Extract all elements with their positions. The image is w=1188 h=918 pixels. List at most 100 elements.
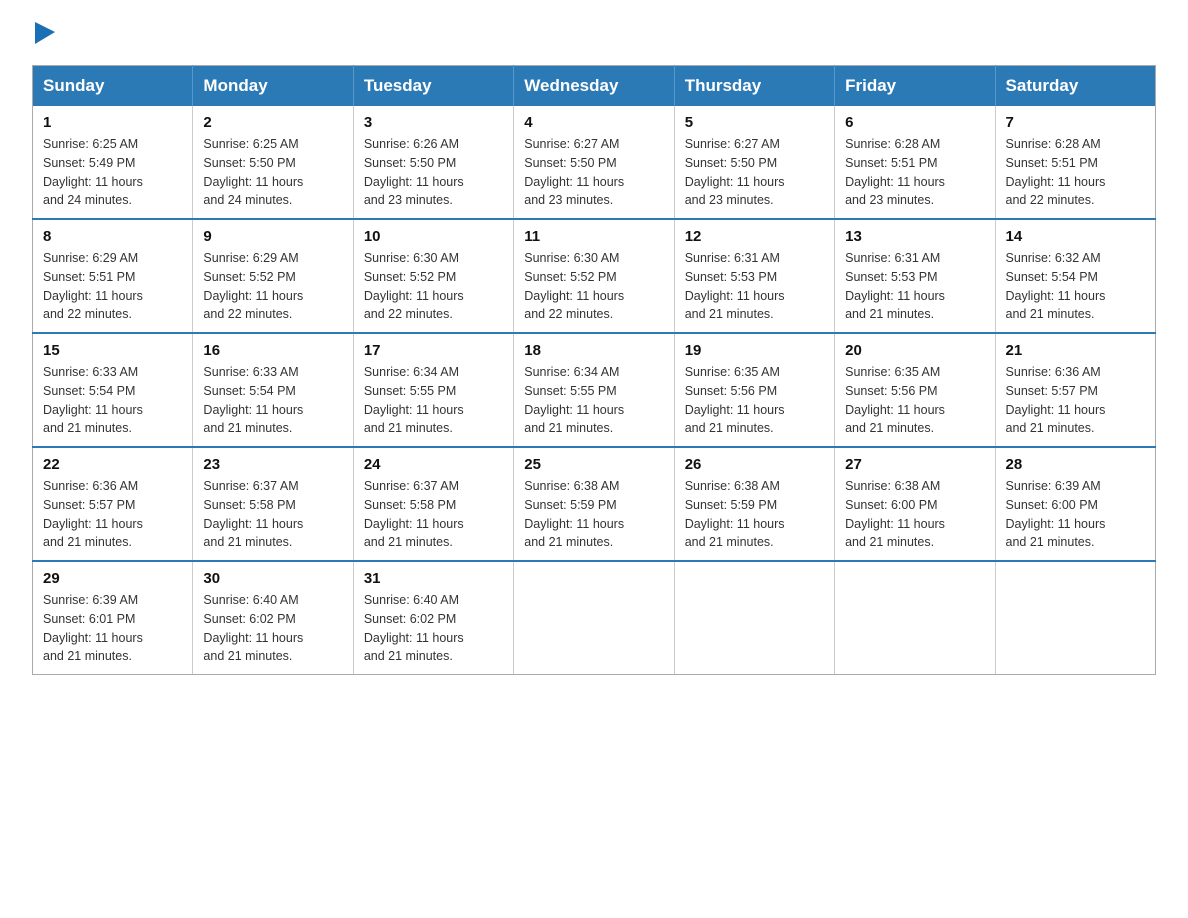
day-number: 2	[203, 114, 342, 131]
day-info: Sunrise: 6:28 AMSunset: 5:51 PMDaylight:…	[845, 137, 945, 207]
day-number: 17	[364, 342, 503, 359]
calendar-cell: 12 Sunrise: 6:31 AMSunset: 5:53 PMDaylig…	[674, 219, 834, 333]
day-info: Sunrise: 6:34 AMSunset: 5:55 PMDaylight:…	[524, 365, 624, 435]
calendar-cell: 6 Sunrise: 6:28 AMSunset: 5:51 PMDayligh…	[835, 106, 995, 219]
calendar-cell: 15 Sunrise: 6:33 AMSunset: 5:54 PMDaylig…	[33, 333, 193, 447]
day-number: 12	[685, 228, 824, 245]
calendar-cell: 3 Sunrise: 6:26 AMSunset: 5:50 PMDayligh…	[353, 106, 513, 219]
day-info: Sunrise: 6:29 AMSunset: 5:51 PMDaylight:…	[43, 251, 143, 321]
calendar-cell: 11 Sunrise: 6:30 AMSunset: 5:52 PMDaylig…	[514, 219, 674, 333]
calendar-week-row: 15 Sunrise: 6:33 AMSunset: 5:54 PMDaylig…	[33, 333, 1156, 447]
calendar-table: SundayMondayTuesdayWednesdayThursdayFrid…	[32, 65, 1156, 675]
day-number: 24	[364, 456, 503, 473]
day-info: Sunrise: 6:40 AMSunset: 6:02 PMDaylight:…	[364, 593, 464, 663]
day-number: 28	[1006, 456, 1145, 473]
day-number: 3	[364, 114, 503, 131]
calendar-week-row: 22 Sunrise: 6:36 AMSunset: 5:57 PMDaylig…	[33, 447, 1156, 561]
day-info: Sunrise: 6:25 AMSunset: 5:49 PMDaylight:…	[43, 137, 143, 207]
calendar-week-row: 1 Sunrise: 6:25 AMSunset: 5:49 PMDayligh…	[33, 106, 1156, 219]
calendar-cell: 5 Sunrise: 6:27 AMSunset: 5:50 PMDayligh…	[674, 106, 834, 219]
page-header	[32, 24, 1156, 49]
day-number: 1	[43, 114, 182, 131]
day-info: Sunrise: 6:34 AMSunset: 5:55 PMDaylight:…	[364, 365, 464, 435]
calendar-cell	[835, 561, 995, 675]
day-info: Sunrise: 6:37 AMSunset: 5:58 PMDaylight:…	[364, 479, 464, 549]
day-info: Sunrise: 6:31 AMSunset: 5:53 PMDaylight:…	[845, 251, 945, 321]
day-number: 10	[364, 228, 503, 245]
weekday-header-monday: Monday	[193, 66, 353, 107]
calendar-cell: 16 Sunrise: 6:33 AMSunset: 5:54 PMDaylig…	[193, 333, 353, 447]
weekday-header-wednesday: Wednesday	[514, 66, 674, 107]
calendar-cell: 25 Sunrise: 6:38 AMSunset: 5:59 PMDaylig…	[514, 447, 674, 561]
day-number: 16	[203, 342, 342, 359]
day-number: 31	[364, 570, 503, 587]
day-info: Sunrise: 6:36 AMSunset: 5:57 PMDaylight:…	[43, 479, 143, 549]
logo-arrow-icon	[35, 22, 55, 49]
calendar-cell: 14 Sunrise: 6:32 AMSunset: 5:54 PMDaylig…	[995, 219, 1155, 333]
day-info: Sunrise: 6:30 AMSunset: 5:52 PMDaylight:…	[524, 251, 624, 321]
day-info: Sunrise: 6:38 AMSunset: 5:59 PMDaylight:…	[685, 479, 785, 549]
calendar-cell: 8 Sunrise: 6:29 AMSunset: 5:51 PMDayligh…	[33, 219, 193, 333]
calendar-week-row: 8 Sunrise: 6:29 AMSunset: 5:51 PMDayligh…	[33, 219, 1156, 333]
day-info: Sunrise: 6:26 AMSunset: 5:50 PMDaylight:…	[364, 137, 464, 207]
day-info: Sunrise: 6:29 AMSunset: 5:52 PMDaylight:…	[203, 251, 303, 321]
calendar-cell: 20 Sunrise: 6:35 AMSunset: 5:56 PMDaylig…	[835, 333, 995, 447]
calendar-cell: 1 Sunrise: 6:25 AMSunset: 5:49 PMDayligh…	[33, 106, 193, 219]
day-number: 11	[524, 228, 663, 245]
calendar-cell: 10 Sunrise: 6:30 AMSunset: 5:52 PMDaylig…	[353, 219, 513, 333]
calendar-cell: 26 Sunrise: 6:38 AMSunset: 5:59 PMDaylig…	[674, 447, 834, 561]
weekday-header-tuesday: Tuesday	[353, 66, 513, 107]
calendar-cell: 29 Sunrise: 6:39 AMSunset: 6:01 PMDaylig…	[33, 561, 193, 675]
day-info: Sunrise: 6:35 AMSunset: 5:56 PMDaylight:…	[845, 365, 945, 435]
day-number: 23	[203, 456, 342, 473]
day-info: Sunrise: 6:31 AMSunset: 5:53 PMDaylight:…	[685, 251, 785, 321]
day-number: 5	[685, 114, 824, 131]
day-info: Sunrise: 6:33 AMSunset: 5:54 PMDaylight:…	[203, 365, 303, 435]
day-number: 30	[203, 570, 342, 587]
day-number: 26	[685, 456, 824, 473]
calendar-cell: 23 Sunrise: 6:37 AMSunset: 5:58 PMDaylig…	[193, 447, 353, 561]
day-number: 13	[845, 228, 984, 245]
calendar-cell: 27 Sunrise: 6:38 AMSunset: 6:00 PMDaylig…	[835, 447, 995, 561]
day-number: 20	[845, 342, 984, 359]
day-info: Sunrise: 6:40 AMSunset: 6:02 PMDaylight:…	[203, 593, 303, 663]
day-number: 9	[203, 228, 342, 245]
day-number: 15	[43, 342, 182, 359]
calendar-cell: 24 Sunrise: 6:37 AMSunset: 5:58 PMDaylig…	[353, 447, 513, 561]
calendar-cell: 2 Sunrise: 6:25 AMSunset: 5:50 PMDayligh…	[193, 106, 353, 219]
weekday-header-row: SundayMondayTuesdayWednesdayThursdayFrid…	[33, 66, 1156, 107]
calendar-cell: 19 Sunrise: 6:35 AMSunset: 5:56 PMDaylig…	[674, 333, 834, 447]
calendar-cell	[514, 561, 674, 675]
day-number: 25	[524, 456, 663, 473]
weekday-header-thursday: Thursday	[674, 66, 834, 107]
day-info: Sunrise: 6:32 AMSunset: 5:54 PMDaylight:…	[1006, 251, 1106, 321]
calendar-cell: 9 Sunrise: 6:29 AMSunset: 5:52 PMDayligh…	[193, 219, 353, 333]
calendar-cell: 7 Sunrise: 6:28 AMSunset: 5:51 PMDayligh…	[995, 106, 1155, 219]
calendar-cell: 21 Sunrise: 6:36 AMSunset: 5:57 PMDaylig…	[995, 333, 1155, 447]
day-number: 14	[1006, 228, 1145, 245]
calendar-cell: 13 Sunrise: 6:31 AMSunset: 5:53 PMDaylig…	[835, 219, 995, 333]
calendar-cell: 31 Sunrise: 6:40 AMSunset: 6:02 PMDaylig…	[353, 561, 513, 675]
day-number: 8	[43, 228, 182, 245]
day-number: 7	[1006, 114, 1145, 131]
day-info: Sunrise: 6:38 AMSunset: 6:00 PMDaylight:…	[845, 479, 945, 549]
weekday-header-sunday: Sunday	[33, 66, 193, 107]
day-info: Sunrise: 6:37 AMSunset: 5:58 PMDaylight:…	[203, 479, 303, 549]
day-info: Sunrise: 6:30 AMSunset: 5:52 PMDaylight:…	[364, 251, 464, 321]
weekday-header-saturday: Saturday	[995, 66, 1155, 107]
day-info: Sunrise: 6:25 AMSunset: 5:50 PMDaylight:…	[203, 137, 303, 207]
day-info: Sunrise: 6:27 AMSunset: 5:50 PMDaylight:…	[524, 137, 624, 207]
day-number: 4	[524, 114, 663, 131]
calendar-cell: 17 Sunrise: 6:34 AMSunset: 5:55 PMDaylig…	[353, 333, 513, 447]
calendar-cell: 22 Sunrise: 6:36 AMSunset: 5:57 PMDaylig…	[33, 447, 193, 561]
day-info: Sunrise: 6:35 AMSunset: 5:56 PMDaylight:…	[685, 365, 785, 435]
weekday-header-friday: Friday	[835, 66, 995, 107]
day-info: Sunrise: 6:28 AMSunset: 5:51 PMDaylight:…	[1006, 137, 1106, 207]
day-info: Sunrise: 6:27 AMSunset: 5:50 PMDaylight:…	[685, 137, 785, 207]
calendar-cell: 30 Sunrise: 6:40 AMSunset: 6:02 PMDaylig…	[193, 561, 353, 675]
calendar-cell	[674, 561, 834, 675]
day-number: 6	[845, 114, 984, 131]
day-info: Sunrise: 6:33 AMSunset: 5:54 PMDaylight:…	[43, 365, 143, 435]
day-info: Sunrise: 6:36 AMSunset: 5:57 PMDaylight:…	[1006, 365, 1106, 435]
day-number: 19	[685, 342, 824, 359]
